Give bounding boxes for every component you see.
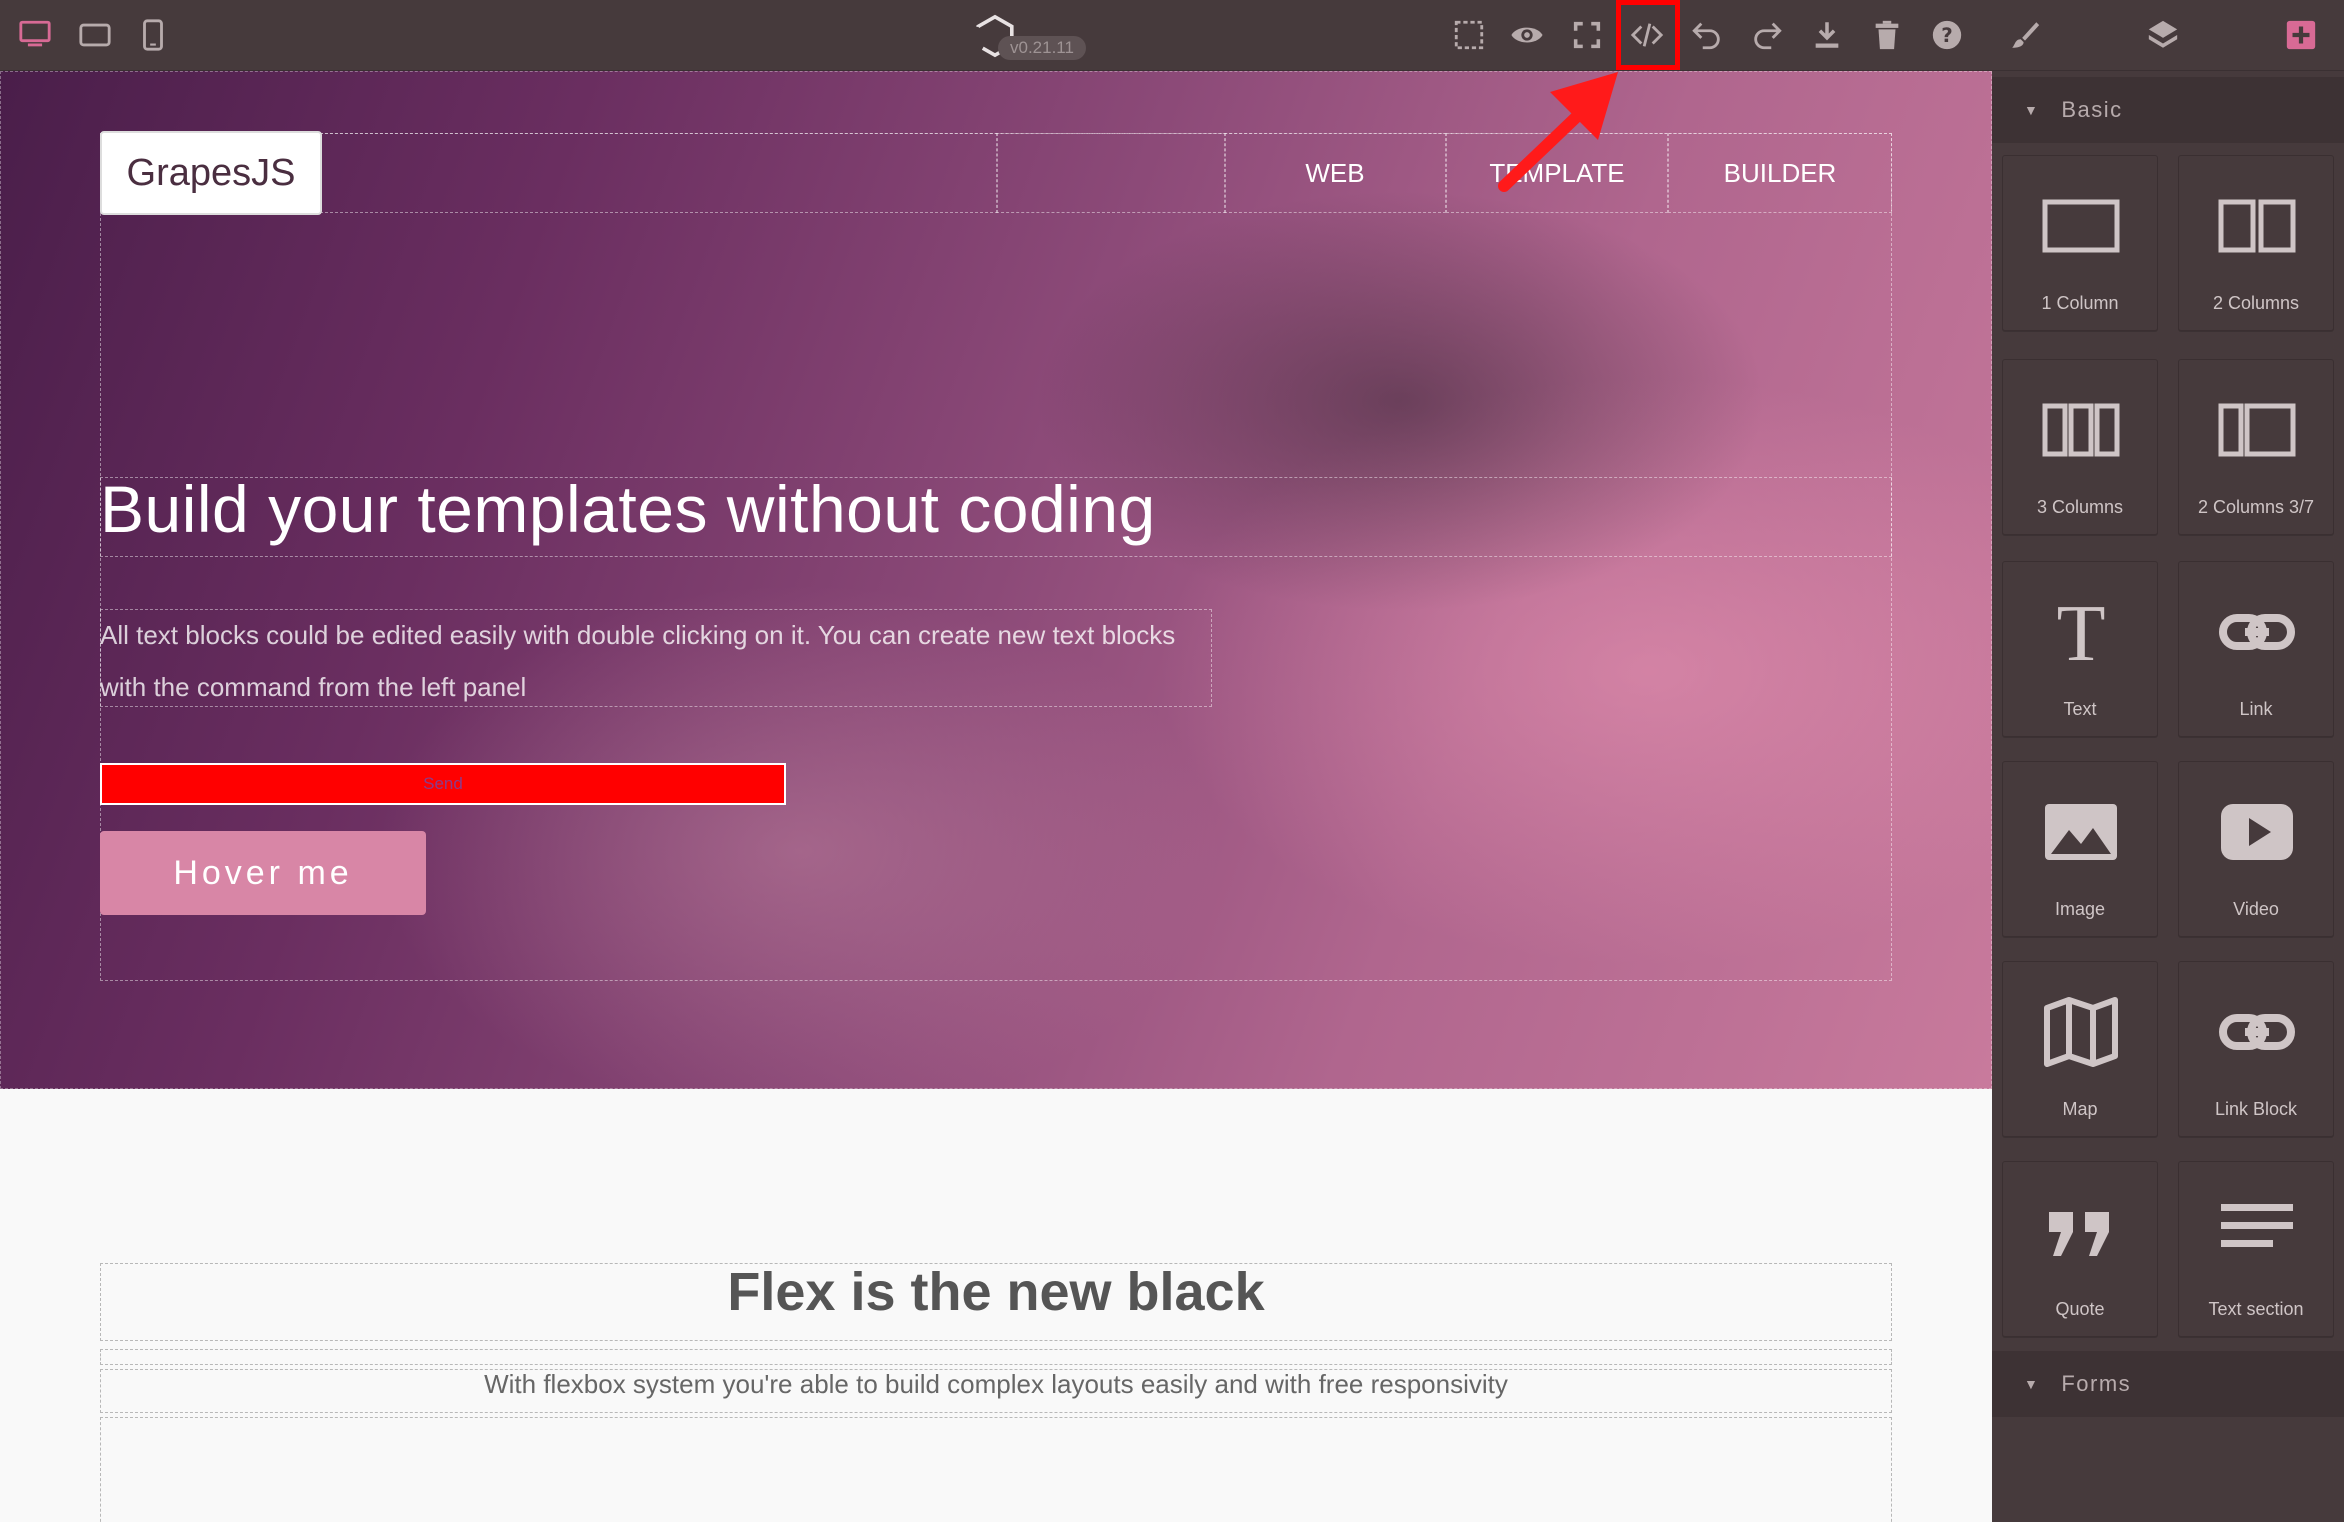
clear-canvas-button[interactable] bbox=[1864, 12, 1910, 58]
block-text[interactable]: T Text bbox=[2002, 561, 2158, 737]
desktop-icon bbox=[19, 20, 51, 47]
desktop-device-button[interactable] bbox=[12, 12, 58, 58]
sw-visibility-button[interactable] bbox=[1446, 12, 1492, 58]
block-label: Link bbox=[2239, 699, 2273, 719]
block-label: Text section bbox=[2208, 1299, 2304, 1319]
redo-button[interactable] bbox=[1744, 12, 1790, 58]
select-icon bbox=[1454, 20, 1484, 50]
hero-section[interactable]: GrapesJS WEB TEMPLATE BUILDER Build your… bbox=[0, 71, 1992, 1089]
export-button[interactable] bbox=[1804, 12, 1850, 58]
help-button[interactable]: ? bbox=[1924, 12, 1970, 58]
block-label: Link Block bbox=[2214, 1099, 2298, 1119]
block-map[interactable]: Map bbox=[2002, 961, 2158, 1137]
redo-icon bbox=[1754, 22, 1782, 50]
flex-section-title[interactable]: Flex is the new black bbox=[102, 1261, 1890, 1323]
layers-icon bbox=[2148, 20, 2178, 48]
add-block-icon bbox=[2286, 20, 2316, 50]
style-manager-button[interactable] bbox=[2002, 12, 2048, 58]
flex-spacer-outline bbox=[100, 1349, 1892, 1365]
block-label: 3 Columns bbox=[2036, 497, 2124, 517]
three-columns-icon bbox=[2042, 403, 2120, 457]
image-icon bbox=[2045, 804, 2117, 860]
nav-item-builder[interactable]: BUILDER bbox=[1668, 133, 1892, 213]
block-2-columns-37[interactable]: 2 Columns 3/7 bbox=[2178, 359, 2334, 535]
block-label: Video bbox=[2233, 899, 2279, 919]
hover-me-button[interactable]: Hover me bbox=[100, 831, 426, 915]
header-spacer-cell[interactable] bbox=[996, 133, 1226, 213]
block-label: Text bbox=[2063, 699, 2097, 719]
send-button[interactable]: Send bbox=[100, 763, 786, 805]
block-video[interactable]: Video bbox=[2178, 761, 2334, 937]
text-icon: T bbox=[2057, 592, 2106, 672]
block-label: 1 Column bbox=[2041, 293, 2119, 313]
hero-title[interactable]: Build your templates without coding bbox=[100, 471, 1156, 547]
code-button-highlight bbox=[1616, 0, 1680, 70]
download-icon bbox=[1815, 22, 1839, 48]
link-block-icon bbox=[2219, 1014, 2295, 1050]
mobile-device-button[interactable] bbox=[130, 12, 176, 58]
block-label: 2 Columns 3/7 bbox=[2197, 497, 2315, 517]
caret-down-icon: ▼ bbox=[2024, 1376, 2040, 1392]
flex-section-subtitle[interactable]: With flexbox system you're able to build… bbox=[102, 1369, 1890, 1400]
hero-text[interactable]: All text blocks could be edited easily w… bbox=[100, 609, 1210, 713]
one-column-icon bbox=[2042, 199, 2120, 253]
blocks-panel: ▼ Basic 1 Column 2 Columns 3 Columns 2 C… bbox=[1992, 71, 2344, 1522]
two-columns-icon bbox=[2218, 199, 2296, 253]
nav-item-template[interactable]: TEMPLATE bbox=[1446, 133, 1668, 213]
preview-icon bbox=[1511, 27, 1543, 43]
block-link-block[interactable]: Link Block bbox=[2178, 961, 2334, 1137]
svg-text:?: ? bbox=[1941, 24, 1953, 47]
fullscreen-button[interactable] bbox=[1564, 12, 1610, 58]
preview-button[interactable] bbox=[1504, 12, 1550, 58]
fullscreen-icon bbox=[1573, 21, 1601, 49]
logo-text[interactable]: GrapesJS bbox=[100, 131, 322, 215]
brush-icon bbox=[2012, 22, 2040, 48]
category-forms[interactable]: ▼ Forms bbox=[1992, 1351, 2344, 1417]
layer-manager-button[interactable] bbox=[2140, 12, 2186, 58]
block-quote[interactable]: Quote bbox=[2002, 1161, 2158, 1337]
tablet-icon bbox=[79, 23, 111, 47]
undo-icon bbox=[1692, 22, 1720, 50]
version-badge: v0.21.11 bbox=[998, 36, 1086, 60]
block-1-column[interactable]: 1 Column bbox=[2002, 155, 2158, 331]
quote-icon bbox=[2049, 1212, 2109, 1256]
undo-button[interactable] bbox=[1684, 12, 1730, 58]
tablet-device-button[interactable] bbox=[72, 12, 118, 58]
link-icon bbox=[2219, 614, 2295, 650]
category-forms-label: Forms bbox=[2061, 1371, 2132, 1396]
block-2-columns[interactable]: 2 Columns bbox=[2178, 155, 2334, 331]
block-link[interactable]: Link bbox=[2178, 561, 2334, 737]
svg-text:T: T bbox=[2057, 592, 2106, 672]
mobile-icon bbox=[143, 19, 163, 51]
trash-icon bbox=[1875, 20, 1899, 50]
flex-row-outline[interactable] bbox=[100, 1417, 1892, 1522]
map-icon bbox=[2044, 997, 2118, 1067]
video-icon bbox=[2221, 804, 2293, 860]
text-section-icon bbox=[2221, 1204, 2293, 1247]
editor-canvas[interactable]: GrapesJS WEB TEMPLATE BUILDER Build your… bbox=[0, 71, 1992, 1522]
two-columns-37-icon bbox=[2218, 403, 2296, 457]
category-basic[interactable]: ▼ Basic bbox=[1992, 77, 2344, 143]
nav-item-web[interactable]: WEB bbox=[1224, 133, 1446, 213]
category-basic-label: Basic bbox=[2061, 97, 2123, 122]
caret-down-icon: ▼ bbox=[2024, 102, 2040, 118]
block-label: Image bbox=[2054, 899, 2106, 919]
block-3-columns[interactable]: 3 Columns bbox=[2002, 359, 2158, 535]
block-label: Map bbox=[2062, 1099, 2098, 1119]
block-label: Quote bbox=[2055, 1299, 2105, 1319]
block-image[interactable]: Image bbox=[2002, 761, 2158, 937]
editor-toolbar: v0.21.11 ? bbox=[0, 0, 2344, 71]
blocks-button[interactable] bbox=[2278, 12, 2324, 58]
block-label: 2 Columns bbox=[2212, 293, 2300, 313]
block-text-section[interactable]: Text section bbox=[2178, 1161, 2334, 1337]
help-icon: ? bbox=[1932, 20, 1962, 50]
